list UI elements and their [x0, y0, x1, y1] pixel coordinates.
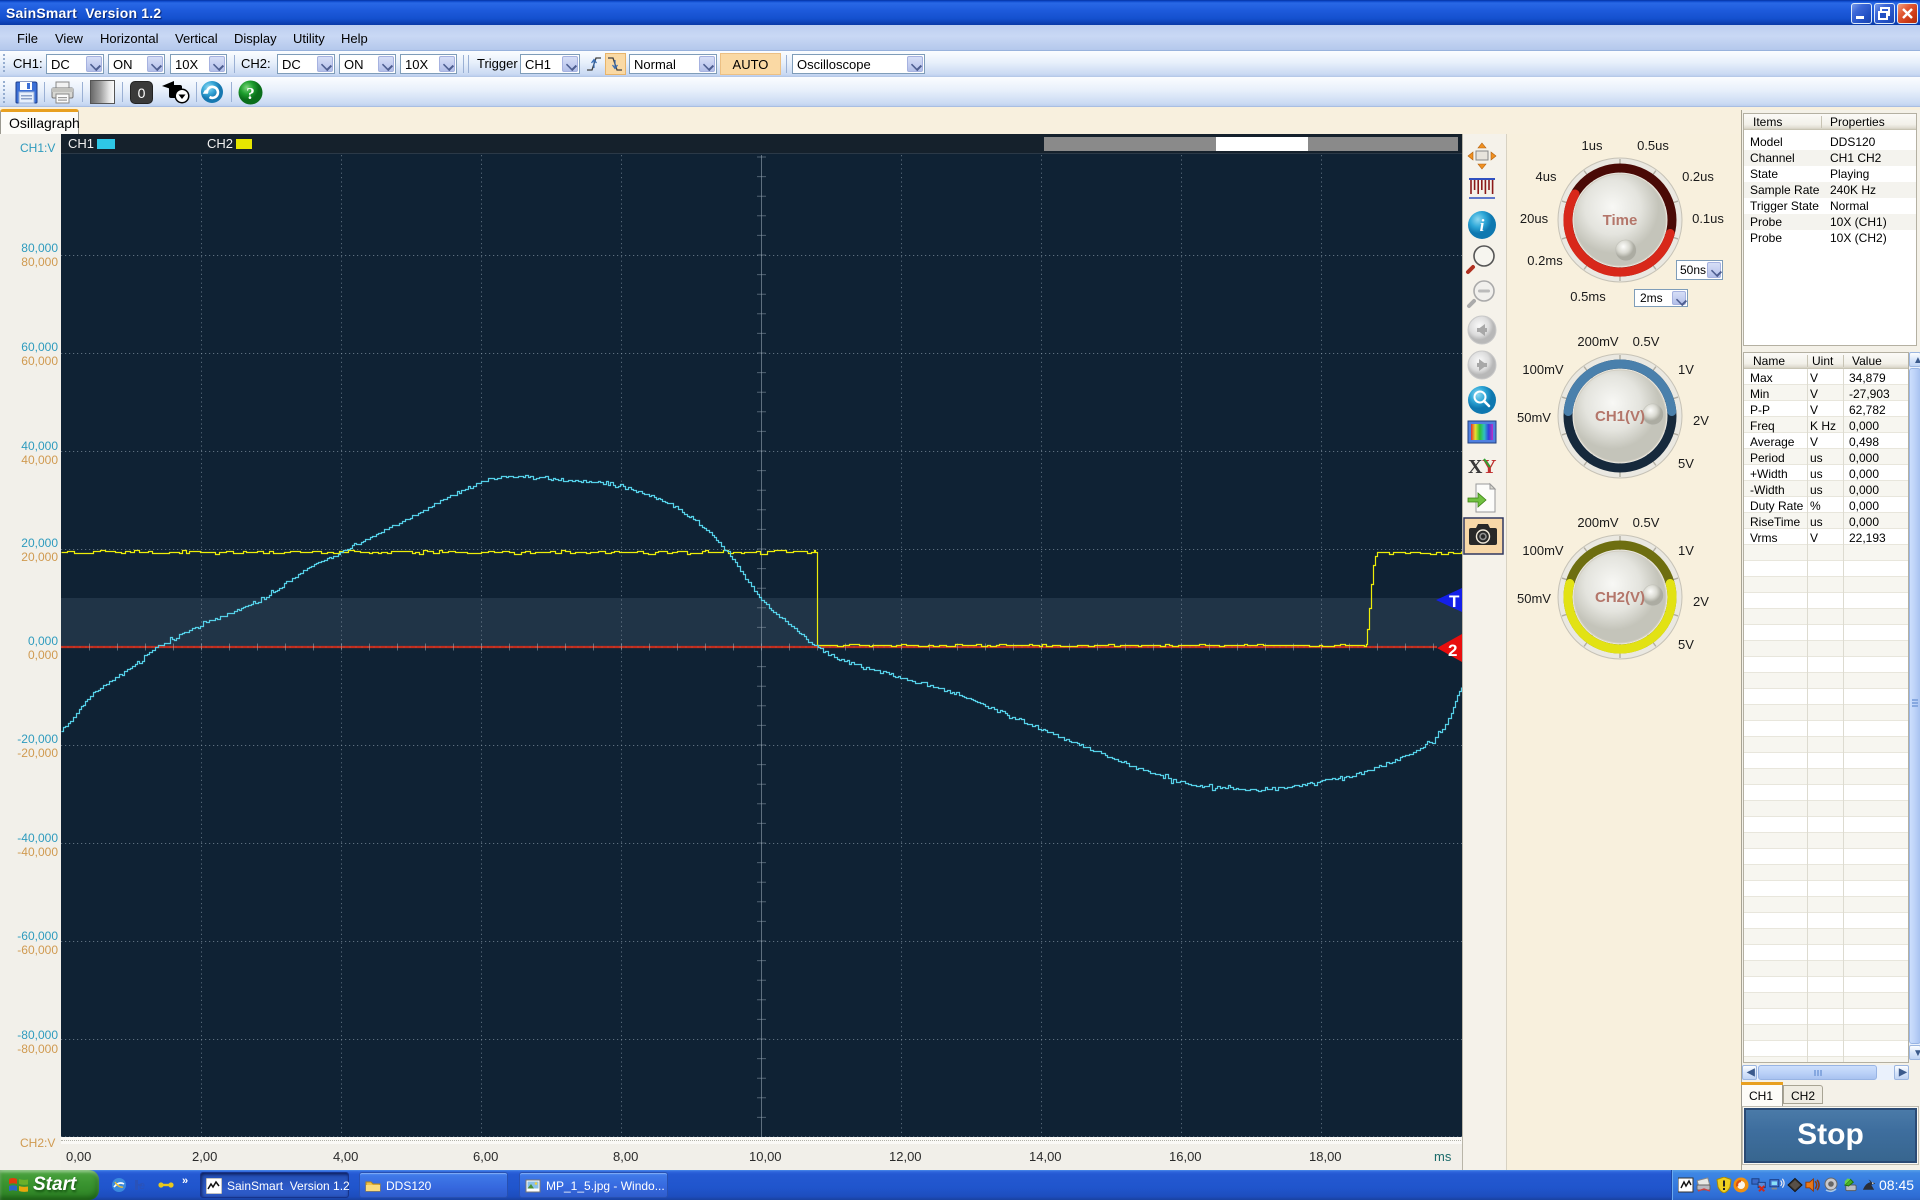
svg-text:T: T	[1449, 592, 1460, 611]
svg-text:e: e	[139, 1180, 145, 1192]
svg-text:Time: Time	[1603, 212, 1638, 229]
svg-text:1us: 1us	[1582, 138, 1603, 153]
svg-text:0.5ms: 0.5ms	[1570, 289, 1606, 304]
svg-text:0.2ms: 0.2ms	[1527, 253, 1563, 268]
svg-text:5V: 5V	[1678, 456, 1694, 471]
svg-text:0.5V: 0.5V	[1633, 334, 1660, 349]
svg-text:50mV: 50mV	[1517, 591, 1551, 606]
svg-text:1V: 1V	[1678, 543, 1694, 558]
svg-text:2: 2	[1448, 641, 1457, 660]
svg-text:4us: 4us	[1536, 169, 1557, 184]
svg-text:100mV: 100mV	[1522, 362, 1564, 377]
svg-text:?: ?	[246, 84, 255, 103]
svg-text:2V: 2V	[1693, 413, 1709, 428]
svg-text:CH2: CH2	[207, 136, 233, 151]
svg-text:20us: 20us	[1520, 211, 1549, 226]
svg-text:2V: 2V	[1693, 594, 1709, 609]
svg-text:0.1us: 0.1us	[1692, 211, 1724, 226]
svg-text:200mV: 200mV	[1577, 515, 1619, 530]
svg-text:CH2(V): CH2(V)	[1595, 589, 1645, 606]
svg-text:X: X	[1468, 456, 1483, 478]
svg-text:5V: 5V	[1678, 637, 1694, 652]
svg-text:0.2us: 0.2us	[1682, 169, 1714, 184]
svg-text:0.5V: 0.5V	[1633, 515, 1660, 530]
svg-text:0.5us: 0.5us	[1637, 138, 1669, 153]
svg-text:1V: 1V	[1678, 362, 1694, 377]
svg-text:200mV: 200mV	[1577, 334, 1619, 349]
svg-text:i: i	[1480, 216, 1485, 235]
svg-text:50mV: 50mV	[1517, 410, 1551, 425]
svg-text:100mV: 100mV	[1522, 543, 1564, 558]
svg-text:CH1(V): CH1(V)	[1595, 408, 1645, 425]
